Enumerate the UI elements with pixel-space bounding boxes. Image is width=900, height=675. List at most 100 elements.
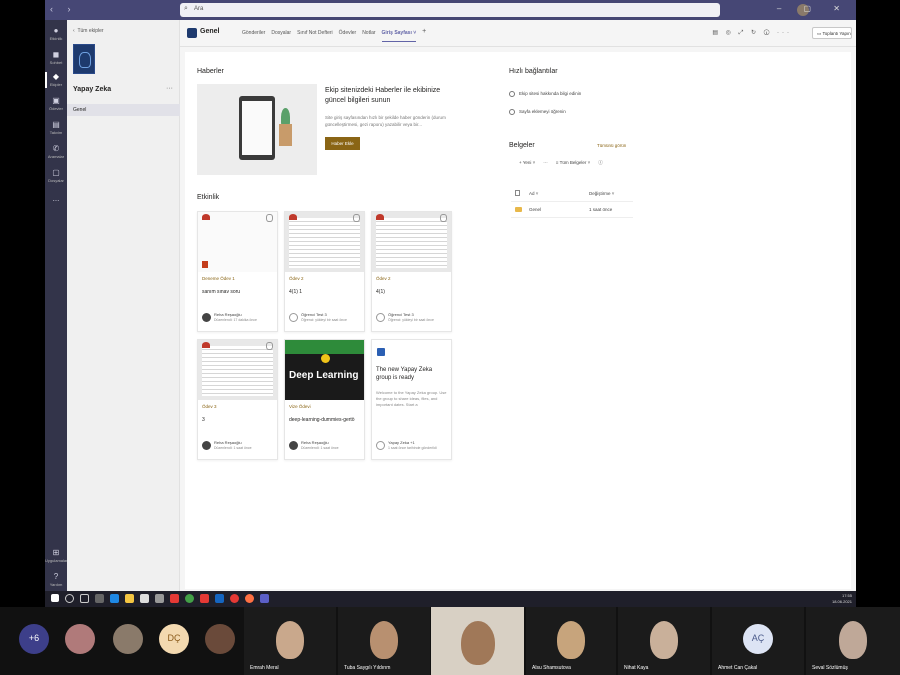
- search-placeholder: Ara: [194, 6, 204, 12]
- participant-tile[interactable]: [200, 607, 240, 675]
- avatar: [376, 441, 385, 450]
- search-icon[interactable]: [65, 594, 74, 603]
- quick-link[interactable]: Ekip sitesi hakkında bilgi edinin: [509, 91, 581, 97]
- app-icon[interactable]: [170, 594, 179, 603]
- chrome-icon[interactable]: [185, 594, 194, 603]
- new-document-button[interactable]: + Yeni ˅: [519, 160, 535, 166]
- teams-icon[interactable]: [260, 594, 269, 603]
- participant-tile[interactable]: [60, 607, 100, 675]
- participant-tile[interactable]: Tuba Saygılı Yıldırım: [338, 607, 430, 675]
- quick-link[interactable]: Sayfa eklemeyi öğrenin: [509, 109, 566, 115]
- team-more-button[interactable]: ···: [166, 85, 173, 92]
- tab-grades[interactable]: Notlar: [362, 30, 375, 42]
- overflow-participants-button[interactable]: +6: [19, 624, 49, 654]
- app-icon[interactable]: [155, 594, 164, 603]
- documents-table: Ad ˅ Değiştirme ˅ Genel 1 saat önce: [511, 186, 633, 218]
- card-author: Öğrenci Test 3: [301, 312, 327, 317]
- see-all-link[interactable]: Tümünü görün: [597, 143, 626, 148]
- activity-card[interactable]: Deneme Ödev 1 sanım sınav soru Reha Reşa…: [197, 211, 278, 332]
- rail-help[interactable]: ? Yardım: [45, 572, 67, 587]
- rail-chat[interactable]: ◼ Sohbet: [45, 50, 67, 65]
- activity-card[interactable]: Deep Learning Vize Ödevi deep-learning-d…: [284, 339, 365, 460]
- avatar: [289, 441, 298, 450]
- tab-notebook[interactable]: Sınıf Not Defteri: [297, 30, 333, 42]
- calendar-icon: ▤: [52, 120, 60, 129]
- back-to-teams-link[interactable]: ‹ Tüm ekipler: [73, 28, 104, 34]
- tab-posts[interactable]: Gönderiler: [242, 30, 265, 42]
- activity-card[interactable]: Ödev 2 4(1) 1 Öğrenci Test 3 Öğrenci: yü…: [284, 211, 365, 332]
- participant-tile[interactable]: AÇ Ahmet Can Çakal: [712, 607, 804, 675]
- card-thumbnail: Deep Learning: [285, 340, 364, 400]
- activity-card[interactable]: Ödev 2 4(1) Öğrenci Test 3 Öğrenci: yükl…: [371, 211, 452, 332]
- view-dropdown[interactable]: ≡ Tüm Belgeler ˅: [556, 160, 590, 166]
- tab-assignments[interactable]: Ödevler: [339, 30, 357, 42]
- task-view-icon[interactable]: [80, 594, 89, 603]
- channel-general[interactable]: Genel: [67, 104, 180, 116]
- info-icon[interactable]: ⓘ: [598, 160, 603, 166]
- participant-tile[interactable]: [108, 607, 148, 675]
- column-name[interactable]: Ad ˅: [529, 191, 538, 196]
- rail-assignments[interactable]: ▣ Ödevler: [45, 96, 67, 111]
- rail-activity[interactable]: ● Etkinlik: [45, 26, 67, 41]
- bell-icon: ●: [53, 26, 59, 35]
- windows-taskbar: 17:55 18.06.2021: [45, 591, 856, 607]
- tab-home[interactable]: Giriş Sayfası ˅: [381, 30, 417, 42]
- table-row[interactable]: Genel 1 saat önce: [511, 202, 633, 218]
- app-rail: ● Etkinlik ◼ Sohbet ◆ Ekipler ▣ Ödevler ▤ Tak…: [45, 20, 67, 591]
- participant-tile[interactable]: Nihat Kaya: [618, 607, 710, 675]
- participant-tile[interactable]: Seval Sözlümüş: [806, 607, 900, 675]
- app-icon[interactable]: [95, 594, 104, 603]
- participant-name: Ahmet Can Çakal: [718, 665, 758, 671]
- activity-card[interactable]: Ödev 3 3 Reha Reşaoğlu Düzenlendi: 1 saa…: [197, 339, 278, 460]
- hand-logo-icon: [440, 214, 447, 222]
- participant-name: Alsu Shamsutova: [532, 665, 571, 671]
- column-modified[interactable]: Değiştirme ˅: [589, 191, 614, 196]
- rail-apps[interactable]: ⊞ Uygulamalar: [45, 548, 67, 563]
- book-cover-banner: [285, 340, 364, 354]
- rail-calls[interactable]: ✆ Aramalar: [45, 144, 67, 159]
- teams-icon: ◆: [52, 72, 60, 81]
- group-ready-card[interactable]: The new Yapay Zeka group is ready Welcom…: [371, 339, 452, 460]
- video-icon: ▭: [817, 31, 822, 36]
- participant-tile[interactable]: Alsu Shamsutova: [526, 607, 616, 675]
- opera-icon[interactable]: [230, 594, 239, 603]
- rail-files[interactable]: ▢ Dosyalar: [45, 168, 67, 183]
- window-controls[interactable]: – ▢ ✕: [777, 4, 850, 13]
- title-bar: ‹ › ⌕ Ara – ▢ ✕: [45, 0, 856, 20]
- card-name: sanım sınav soru: [202, 289, 241, 295]
- edge-icon[interactable]: [110, 594, 119, 603]
- nav-arrows[interactable]: ‹ ›: [50, 4, 77, 14]
- file-type-icon: [515, 190, 520, 196]
- taskbar-icons: [51, 594, 269, 603]
- rail-teams[interactable]: ◆ Ekipler: [45, 72, 67, 88]
- folder-icon[interactable]: [125, 594, 134, 603]
- tab-files[interactable]: Dosyalar: [271, 30, 291, 42]
- store-icon[interactable]: [140, 594, 149, 603]
- app-icon[interactable]: [200, 594, 209, 603]
- word-icon[interactable]: [215, 594, 224, 603]
- meet-button[interactable]: ▭ Toplantı Yapın: [812, 27, 852, 39]
- card-title: The new Yapay Zeka group is ready: [376, 367, 433, 381]
- participant-tile[interactable]: Emrah Meral: [244, 607, 336, 675]
- firefox-icon[interactable]: [245, 594, 254, 603]
- card-name: 3: [202, 417, 205, 423]
- search-input[interactable]: ⌕ Ara: [180, 3, 720, 17]
- header-icons[interactable]: ▤ ◎ ⤢ ↻ ⓘ ···: [712, 29, 792, 37]
- hand-logo-icon: [266, 214, 273, 222]
- avatar: [113, 624, 143, 654]
- card-name: 4(1) 1: [289, 289, 303, 295]
- card-time: Öğrenci: yükleyi bir saat önce: [388, 318, 434, 322]
- rail-calendar[interactable]: ▤ Takvim: [45, 120, 67, 135]
- tab-strip: Gönderiler Dosyalar Sınıf Not Defteri Öd…: [242, 28, 426, 42]
- rail-more[interactable]: ...: [45, 194, 67, 204]
- add-tab-button[interactable]: +: [422, 28, 426, 42]
- university-logo-icon: [376, 214, 384, 220]
- row-name: Genel: [529, 207, 542, 212]
- taskbar-clock[interactable]: 17:55 18.06.2021: [832, 593, 852, 605]
- more-actions-button[interactable]: ···: [543, 160, 548, 166]
- add-news-button[interactable]: Haber Ekle: [325, 137, 360, 150]
- card-name: deep-learning-dummies-gertö: [289, 417, 355, 423]
- participant-tile[interactable]: [431, 607, 524, 675]
- participant-tile[interactable]: DÇ: [154, 607, 194, 675]
- windows-start-icon[interactable]: [51, 594, 59, 602]
